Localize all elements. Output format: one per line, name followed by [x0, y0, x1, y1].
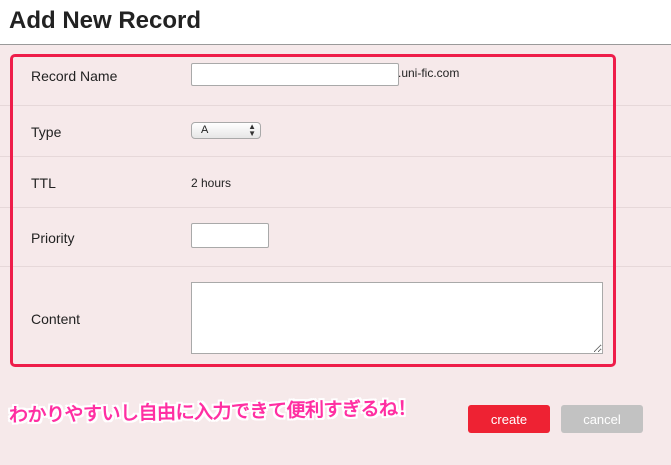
form-footer: わかりやすいし自由に入力できて便利すぎるね！ create cancel	[0, 370, 671, 465]
type-row: Type A ▲ ▼	[0, 106, 671, 157]
priority-row: Priority	[0, 208, 671, 267]
create-button[interactable]: create	[468, 405, 550, 433]
ttl-row: TTL 2 hours	[0, 157, 671, 208]
content-textarea[interactable]	[191, 282, 603, 354]
type-label: Type	[31, 124, 62, 140]
record-name-input[interactable]	[191, 63, 399, 86]
cancel-button[interactable]: cancel	[561, 405, 643, 433]
ttl-label: TTL	[31, 175, 56, 191]
priority-label: Priority	[31, 230, 75, 246]
record-name-row: Record Name .uni-fic.com	[0, 45, 671, 106]
page-header: Add New Record	[0, 0, 671, 45]
select-arrows-icon: ▲ ▼	[248, 122, 256, 138]
record-name-label: Record Name	[31, 68, 118, 84]
content-row: Content	[0, 267, 671, 370]
priority-input[interactable]	[191, 223, 269, 248]
page-title: Add New Record	[9, 7, 202, 34]
ttl-value: 2 hours	[191, 176, 232, 190]
domain-suffix: .uni-fic.com	[398, 66, 460, 80]
content-label: Content	[31, 311, 81, 327]
type-select-value: A	[201, 124, 209, 136]
record-form: Record Name .uni-fic.com Type A ▲ ▼ TTL 2…	[0, 45, 671, 370]
annotation-text: わかりやすいし自由に入力できて便利すぎるね！	[8, 397, 417, 427]
type-select[interactable]: A ▲ ▼	[191, 122, 261, 139]
